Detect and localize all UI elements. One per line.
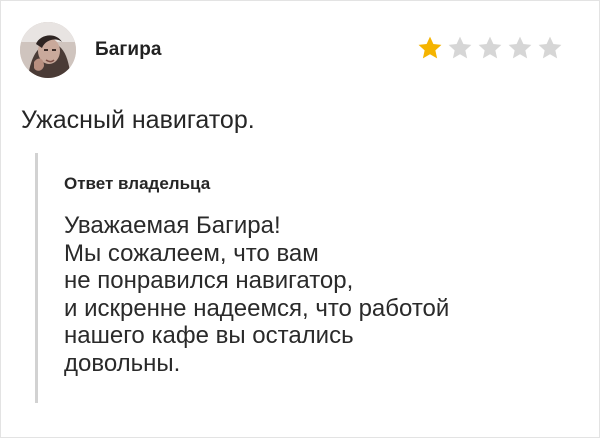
owner-reply-title: Ответ владельца (64, 174, 211, 193)
user-photo-icon (20, 22, 76, 78)
star-icon (418, 36, 442, 59)
owner-reply-line: и искренне надеемся, что работой (64, 294, 450, 322)
star-icon (538, 36, 562, 59)
star-icon (478, 36, 502, 59)
owner-reply-line: довольны. (64, 349, 181, 377)
avatar[interactable] (20, 22, 76, 78)
reviewer-name[interactable]: Багира (95, 39, 162, 61)
star-icon (448, 36, 472, 59)
owner-reply-line: Мы сожалеем, что вам (64, 239, 319, 267)
star-rating (416, 34, 564, 62)
review-header: Багира (20, 22, 580, 78)
reply-divider (35, 153, 38, 403)
owner-reply: Ответ владельца Уважаемая Багира! Мы сожа… (35, 153, 575, 403)
review-card: Багира Ужасный навигатор. Ответ владельц… (0, 0, 600, 438)
owner-reply-line: нашего кафе вы остались (64, 322, 354, 349)
owner-reply-line: Уважаемая Багира! (64, 212, 281, 239)
owner-reply-text: Уважаемая Багира! Мы сожалеем, что вам не … (64, 212, 574, 377)
review-text: Ужасный навигатор. (21, 106, 255, 134)
owner-reply-line: не понравился навигатор, (64, 267, 354, 294)
star-icon (508, 36, 532, 59)
